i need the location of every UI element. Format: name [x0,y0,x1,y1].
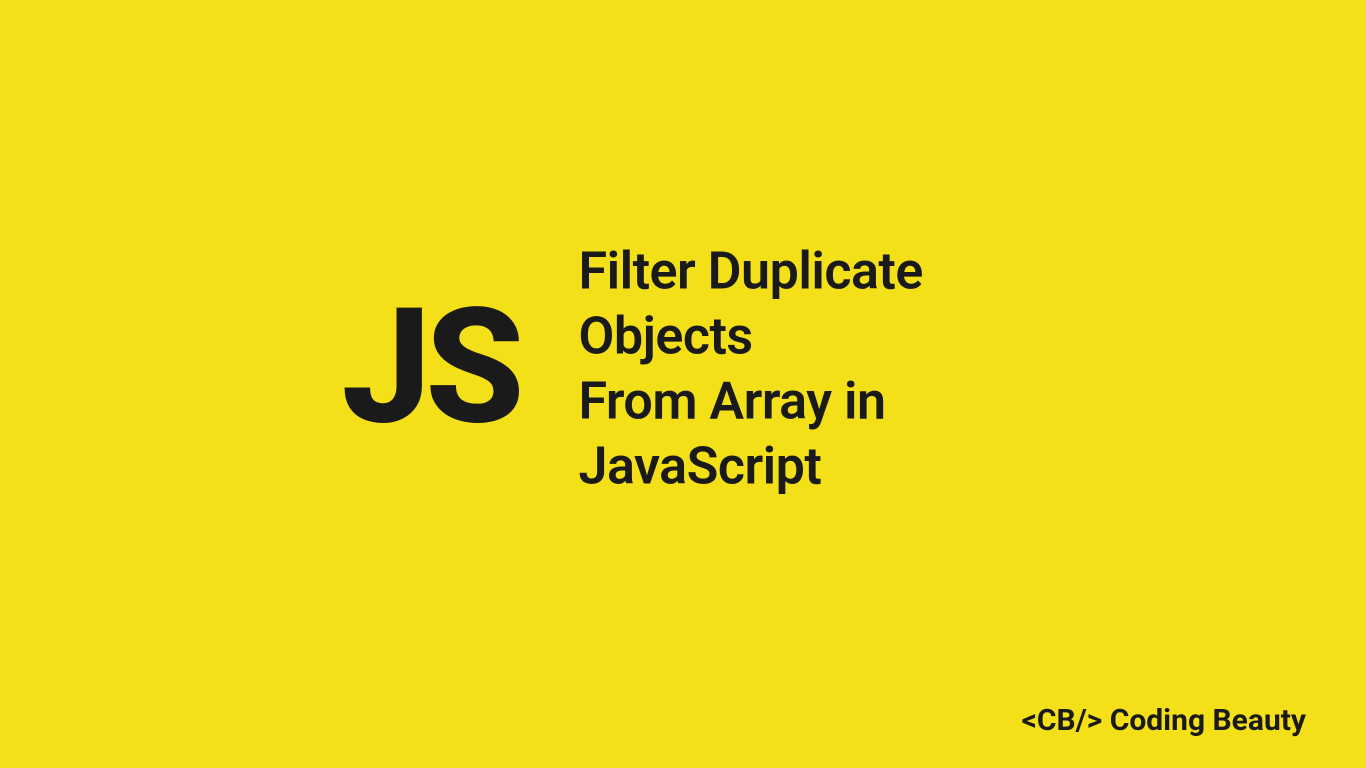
title-block: Filter Duplicate Objects From Array in J… [578,238,1024,498]
brand-footer: <CB/> Coding Beauty [1022,703,1306,738]
main-content: JS Filter Duplicate Objects From Array i… [342,238,1025,498]
title-line-2: From Array in JavaScript [578,368,1024,498]
title-line-1: Filter Duplicate Objects [578,238,1024,368]
js-logo: JS [342,288,519,448]
